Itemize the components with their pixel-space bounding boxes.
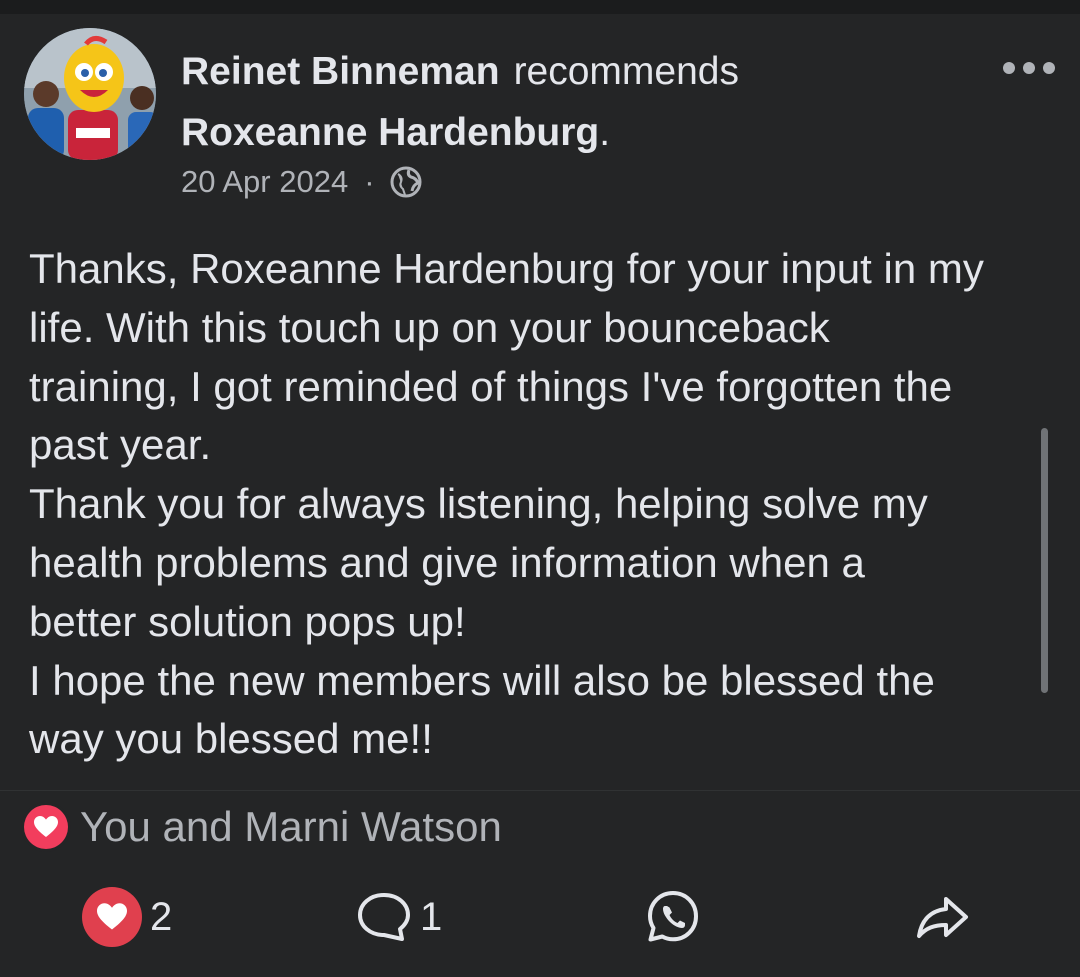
share-button[interactable] [914,884,970,950]
reactions-text: You and Marni Watson [80,803,502,850]
whatsapp-share-button[interactable] [644,884,702,950]
post-body-line: health problems and give information whe… [29,538,865,586]
post-body: Thanks, Roxeanne Hardenburg for your inp… [29,240,1049,769]
heart-icon [24,805,68,849]
whatsapp-icon [648,891,698,942]
avatar-image [24,28,156,160]
post-body-line: Thanks, Roxeanne Hardenburg for your inp… [29,245,984,292]
post-date[interactable]: 20 Apr 2024 [181,164,348,200]
like-button[interactable]: 2 [82,884,172,950]
globe-icon [389,165,423,199]
action-verb: recommends [513,50,739,93]
post-body-line: Thank you for always listening, helping … [29,480,928,528]
post-body-line: past year. [29,421,212,469]
like-count: 2 [150,894,173,939]
status-strip [0,0,1080,14]
divider [0,790,1080,791]
author-name[interactable]: Reinet Binneman [181,50,500,93]
recommended-suffix: . [599,111,611,154]
recommended-line: Roxeanne Hardenburg. [181,109,610,157]
post-body-line: I hope the new members will also be bles… [29,656,935,704]
comment-button[interactable]: 1 [356,884,442,950]
more-dots-icon [1003,62,1055,74]
post-body-line: way you blessed me!! [29,715,433,763]
meta-separator: · [364,164,375,199]
comment-bubble-icon [358,893,410,941]
more-options-button[interactable] [996,50,1062,86]
author-avatar[interactable] [24,28,156,160]
share-arrow-icon [917,897,968,938]
scrollbar[interactable] [1041,428,1048,693]
heart-icon [82,887,142,947]
post-body-line: better solution pops up! [29,597,466,645]
post-meta: 20 Apr 2024 · [181,162,423,202]
recommended-name[interactable]: Roxeanne Hardenburg [181,111,599,154]
post-body-line: life. With this touch up on your bounceb… [29,303,830,351]
post-body-line: training, I got reminded of things I've … [29,362,953,410]
comment-count: 1 [420,894,443,939]
post-header-line: Reinet Binneman recommends [181,48,739,96]
reactions-summary[interactable]: You and Marni Watson [24,800,502,854]
